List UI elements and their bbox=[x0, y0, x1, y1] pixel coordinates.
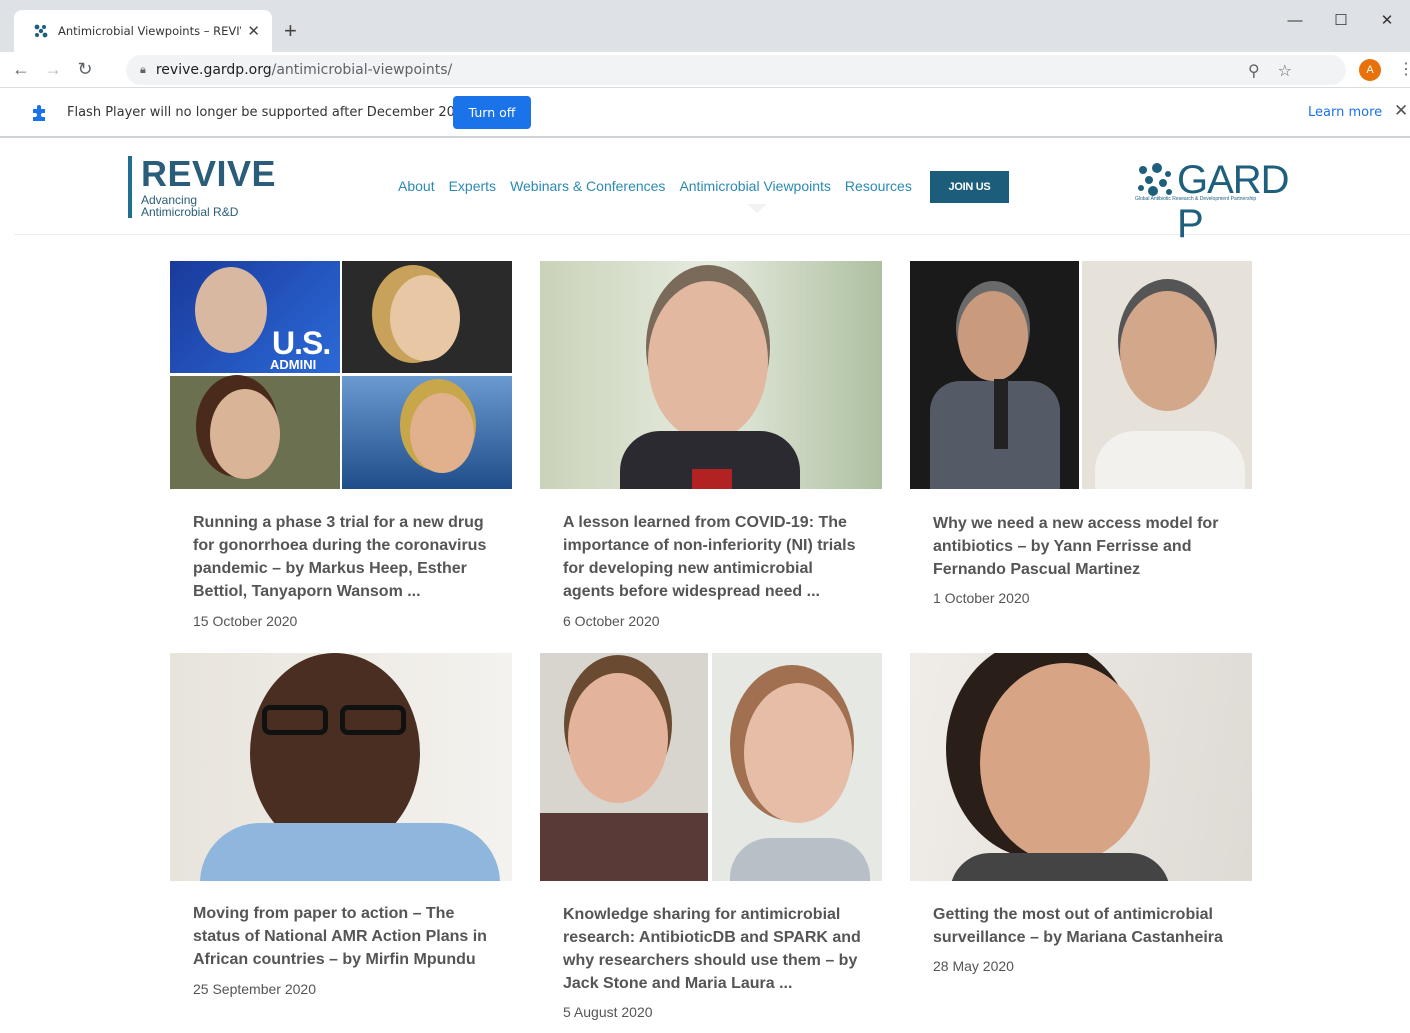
article-photo[interactable] bbox=[910, 653, 1252, 881]
article-card[interactable]: Why we need a new access model for antib… bbox=[910, 261, 1252, 631]
back-arrow-icon[interactable]: ← bbox=[6, 55, 36, 85]
omnibox-actions: ⚲ ☆ bbox=[1248, 61, 1340, 80]
article-card[interactable]: Getting the most out of antimicrobial su… bbox=[910, 653, 1252, 993]
article-date: 5 August 2020 bbox=[563, 1004, 653, 1020]
window-controls: — ☐ ✕ bbox=[1272, 0, 1410, 40]
site-header: REVIVE Advancing Antimicrobial R&D About… bbox=[14, 140, 1410, 246]
article-card[interactable]: A lesson learned from COVID-19: The impo… bbox=[540, 261, 882, 631]
profile-avatar[interactable]: A bbox=[1359, 59, 1381, 81]
article-date: 1 October 2020 bbox=[933, 590, 1030, 606]
url-path: /antimicrobial-viewpoints/ bbox=[271, 62, 453, 78]
revive-logo[interactable]: REVIVE Advancing Antimicrobial R&D bbox=[128, 156, 276, 218]
close-window-icon[interactable]: ✕ bbox=[1364, 0, 1410, 40]
turn-off-button[interactable]: Turn off bbox=[453, 96, 531, 129]
gardp-logo-tagline: Global Antibiotic Research & Development… bbox=[1135, 196, 1257, 202]
article-date: 25 September 2020 bbox=[193, 981, 316, 997]
puzzle-icon bbox=[30, 103, 50, 127]
reload-icon[interactable]: ↻ bbox=[70, 55, 100, 85]
nav-antimicrobial-viewpoints[interactable]: Antimicrobial Viewpoints bbox=[679, 178, 830, 194]
nav-experts[interactable]: Experts bbox=[449, 178, 496, 194]
browser-tab[interactable]: Antimicrobial Viewpoints – REVIV ✕ bbox=[14, 10, 272, 52]
article-title[interactable]: Getting the most out of antimicrobial su… bbox=[933, 903, 1233, 949]
article-date: 28 May 2020 bbox=[933, 958, 1014, 974]
maximize-icon[interactable]: ☐ bbox=[1318, 0, 1364, 40]
nav-about[interactable]: About bbox=[398, 178, 435, 194]
address-bar[interactable]: 🔒︎ revive.gardp.org/antimicrobial-viewpo… bbox=[126, 55, 1346, 85]
forward-arrow-icon[interactable]: → bbox=[38, 55, 68, 85]
new-tab-button[interactable]: + bbox=[284, 18, 297, 44]
gardp-dots-icon bbox=[1138, 163, 1172, 196]
article-card[interactable]: U.S. F ADMINI Running a phase 3 trial fo… bbox=[170, 261, 512, 631]
article-photo[interactable] bbox=[910, 261, 1252, 489]
tab-strip: Antimicrobial Viewpoints – REVIV ✕ + — ☐… bbox=[0, 0, 1410, 52]
zoom-icon[interactable]: ⚲ bbox=[1248, 61, 1260, 80]
revive-logo-tagline-2: Antimicrobial R&D bbox=[141, 205, 239, 219]
active-nav-caret bbox=[747, 204, 767, 213]
article-card[interactable]: Moving from paper to action – The status… bbox=[170, 653, 512, 1013]
article-title[interactable]: Moving from paper to action – The status… bbox=[193, 902, 493, 971]
photo-caption-2: ADMINI bbox=[270, 357, 317, 372]
article-card[interactable]: Knowledge sharing for antimicrobial rese… bbox=[540, 653, 882, 1033]
article-photo[interactable]: U.S. F ADMINI bbox=[170, 261, 512, 489]
menu-kebab-icon[interactable]: ⋮ bbox=[1398, 59, 1410, 79]
nav-resources[interactable]: Resources bbox=[845, 178, 912, 194]
minimize-icon[interactable]: — bbox=[1272, 0, 1318, 40]
website: REVIVE Advancing Antimicrobial R&D About… bbox=[14, 140, 1410, 1025]
article-photo[interactable] bbox=[540, 261, 882, 489]
lock-icon: 🔒︎ bbox=[140, 63, 146, 76]
article-title[interactable]: Knowledge sharing for antimicrobial rese… bbox=[563, 903, 863, 995]
article-date: 6 October 2020 bbox=[563, 613, 660, 629]
gardp-favicon-icon bbox=[32, 22, 50, 40]
gardp-logo-name: GARD P bbox=[1177, 158, 1290, 246]
article-photo[interactable] bbox=[170, 653, 512, 881]
browser-chrome: Antimicrobial Viewpoints – REVIV ✕ + — ☐… bbox=[0, 0, 1410, 138]
learn-more-link[interactable]: Learn more bbox=[1308, 105, 1382, 120]
join-us-button[interactable]: JOIN US bbox=[930, 171, 1009, 203]
nav-webinars[interactable]: Webinars & Conferences bbox=[510, 178, 665, 194]
main-nav: About Experts Webinars & Conferences Ant… bbox=[398, 178, 912, 194]
article-title[interactable]: Running a phase 3 trial for a new drug f… bbox=[193, 511, 493, 603]
tab-close-icon[interactable]: ✕ bbox=[247, 22, 260, 40]
infobar-message: Flash Player will no longer be supported… bbox=[67, 105, 476, 120]
infobar-close-icon[interactable]: ✕ bbox=[1394, 101, 1408, 121]
article-title[interactable]: A lesson learned from COVID-19: The impo… bbox=[563, 511, 863, 603]
article-title[interactable]: Why we need a new access model for antib… bbox=[933, 512, 1233, 581]
revive-logo-name: REVIVE bbox=[141, 153, 277, 194]
flash-infobar: Flash Player will no longer be supported… bbox=[0, 88, 1410, 138]
browser-toolbar: ← → ↻ 🔒︎ revive.gardp.org/antimicrobial-… bbox=[0, 52, 1410, 88]
url-host: revive.gardp.org bbox=[155, 62, 272, 78]
bookmark-star-icon[interactable]: ☆ bbox=[1278, 61, 1292, 80]
tab-title: Antimicrobial Viewpoints – REVIV bbox=[58, 24, 242, 38]
article-photo[interactable] bbox=[540, 653, 882, 881]
article-date: 15 October 2020 bbox=[193, 613, 298, 629]
